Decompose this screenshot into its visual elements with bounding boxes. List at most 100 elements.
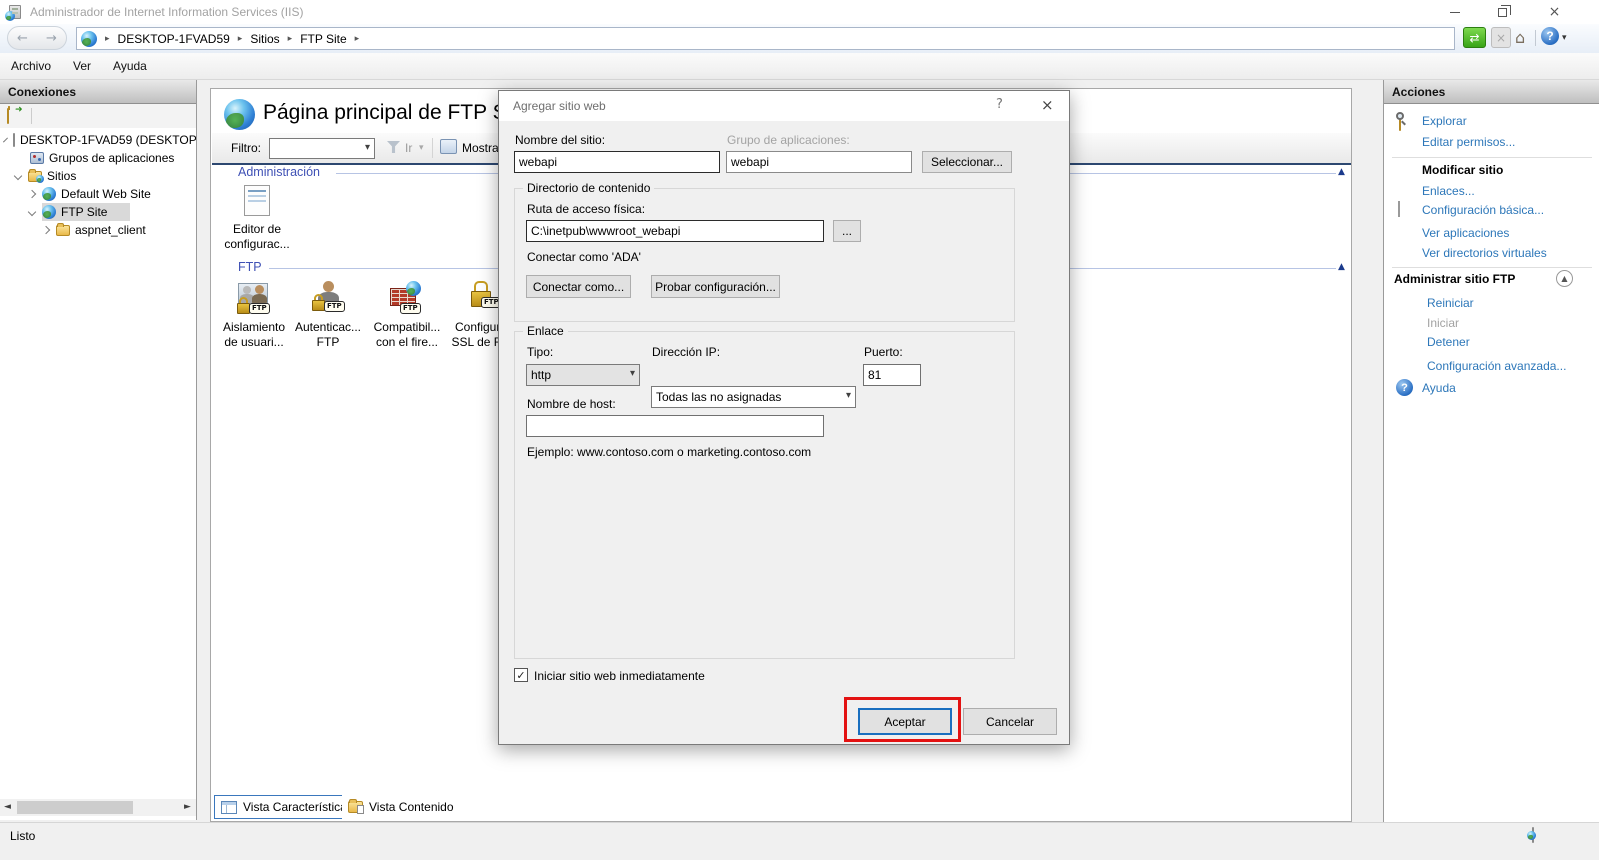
add-website-dialog: Agregar sitio web ? × Nombre del sitio: …: [498, 90, 1070, 745]
website-globe-icon: [42, 187, 56, 201]
breadcrumb-separator-icon: ▸: [355, 34, 360, 44]
menu-ayuda[interactable]: Ayuda: [102, 59, 158, 73]
feature-ftp-authentication[interactable]: FTP Autenticac... FTP: [291, 281, 365, 350]
content-directory-group-label: Directorio de contenido: [523, 181, 654, 195]
action-bindings[interactable]: Enlaces...: [1422, 184, 1475, 198]
action-view-virtual-directories[interactable]: Ver directorios virtuales: [1422, 246, 1547, 260]
divider: [432, 138, 433, 158]
collapse-group-icon[interactable]: ▲: [1556, 270, 1573, 287]
show-all-icon: [440, 139, 457, 154]
tab-content-view[interactable]: Vista Contenido: [342, 795, 460, 819]
binding-type-select[interactable]: http ▾: [526, 364, 640, 386]
breadcrumb-item-sites[interactable]: Sitios: [250, 32, 279, 46]
test-settings-button[interactable]: Probar configuración...: [651, 275, 780, 298]
action-explore[interactable]: Explorar: [1422, 114, 1467, 128]
breadcrumb-item-ftpsite[interactable]: FTP Site: [300, 32, 346, 46]
server-status-icon: [1532, 827, 1534, 843]
home-icon[interactable]: ⌂: [1515, 28, 1525, 47]
tree-item-server[interactable]: DESKTOP-1FVAD59 (DESKTOP: [0, 131, 196, 149]
go-dropdown-icon[interactable]: ▾: [419, 143, 424, 153]
action-edit-permissions[interactable]: Editar permisos...: [1422, 135, 1515, 149]
tree-item-app-pools[interactable]: Grupos de aplicaciones: [0, 149, 196, 167]
back-icon[interactable]: ←: [17, 31, 28, 46]
close-icon[interactable]: ×: [1532, 0, 1577, 24]
tree-item-aspnet-client[interactable]: aspnet_client: [0, 221, 196, 239]
tree-item-default-web-site[interactable]: Default Web Site: [0, 185, 196, 203]
cancel-button[interactable]: Cancelar: [963, 708, 1057, 735]
chevron-down-icon[interactable]: [28, 208, 36, 216]
sites-folder-icon: [28, 171, 42, 182]
minimize-button[interactable]: [1432, 0, 1477, 24]
status-bar: Listo: [0, 822, 1599, 860]
help-icon[interactable]: ?: [1541, 27, 1559, 45]
filter-label: Filtro:: [231, 141, 261, 155]
section-admin-title: Administración: [238, 165, 320, 179]
tree-item-sites[interactable]: Sitios: [0, 167, 196, 185]
menu-ver[interactable]: Ver: [62, 59, 102, 73]
host-name-input[interactable]: [526, 415, 824, 437]
collapse-section-icon[interactable]: ▲: [1338, 167, 1345, 177]
help-dropdown-icon[interactable]: ▾: [1562, 33, 1567, 43]
ftp-ssl-icon: FTP: [466, 281, 502, 315]
go-button[interactable]: Ir: [405, 141, 412, 155]
browse-button[interactable]: ...: [833, 220, 861, 242]
action-help[interactable]: Ayuda: [1422, 381, 1456, 395]
website-globe-icon: [42, 205, 56, 219]
start-site-checkbox[interactable]: ✓: [514, 668, 528, 682]
tree-item-ftp-site[interactable]: FTP Site: [0, 203, 196, 221]
tab-features-view[interactable]: Vista Características: [214, 795, 360, 819]
menu-archivo[interactable]: Archivo: [0, 59, 62, 73]
restart-icon[interactable]: ⇄: [1463, 27, 1486, 48]
annotation-highlight-box: [844, 697, 961, 742]
ip-address-select[interactable]: Todas las no asignadas ▾: [651, 386, 856, 408]
scrollbar-thumb[interactable]: [17, 801, 133, 814]
forward-icon[interactable]: →: [46, 31, 57, 46]
divider: [1392, 157, 1592, 158]
horizontal-scrollbar[interactable]: ◄ ►: [0, 799, 196, 816]
divider: [1535, 30, 1536, 46]
connect-as-button[interactable]: Conectar como...: [526, 275, 631, 298]
site-name-input[interactable]: [514, 151, 720, 173]
app-pools-icon: [30, 152, 44, 164]
divider: [1392, 267, 1592, 268]
feature-ftp-firewall-support[interactable]: FTP Compatibil... con el fire...: [370, 281, 444, 350]
scroll-right-icon[interactable]: ►: [184, 802, 191, 812]
physical-path-input[interactable]: [526, 220, 824, 242]
breadcrumb: ▸ DESKTOP-1FVAD59 ▸ Sitios ▸ FTP Site ▸: [76, 27, 1455, 50]
page-globe-icon: [224, 99, 255, 130]
collapse-section-icon[interactable]: ▲: [1338, 262, 1345, 272]
chevron-down-icon[interactable]: [3, 138, 8, 143]
select-app-pool-button[interactable]: Seleccionar...: [922, 151, 1012, 173]
action-restart[interactable]: Reiniciar: [1427, 296, 1474, 310]
chevron-right-icon[interactable]: [42, 226, 50, 234]
window-title: Administrador de Internet Information Se…: [30, 5, 303, 19]
maximize-button[interactable]: [1480, 0, 1525, 24]
feature-ftp-user-isolation[interactable]: FTP Aislamiento de usuari...: [217, 281, 291, 350]
port-input[interactable]: [863, 364, 921, 386]
chevron-down-icon[interactable]: [14, 172, 22, 180]
config-editor-icon: [244, 185, 270, 216]
chevron-right-icon[interactable]: [28, 190, 36, 198]
binding-group: Enlace Tipo: http ▾ Dirección IP: Todas …: [514, 331, 1015, 659]
action-start-disabled: Iniciar: [1427, 316, 1459, 330]
action-stop[interactable]: Detener: [1427, 335, 1470, 349]
action-view-applications[interactable]: Ver aplicaciones: [1422, 226, 1509, 240]
action-basic-settings[interactable]: Configuración básica...: [1422, 203, 1544, 217]
divider: [31, 108, 32, 124]
new-connection-icon[interactable]: ➜: [7, 108, 9, 124]
breadcrumb-item-server[interactable]: DESKTOP-1FVAD59: [118, 32, 230, 46]
content-view-icon: [348, 801, 363, 813]
ip-address-label: Dirección IP:: [652, 345, 720, 359]
app-pool-input[interactable]: [726, 151, 912, 173]
dialog-help-icon[interactable]: ?: [996, 97, 1003, 112]
filter-input[interactable]: ▾: [269, 138, 375, 159]
dialog-close-icon[interactable]: ×: [1041, 96, 1054, 114]
site-globe-icon: [81, 31, 97, 47]
action-advanced-settings[interactable]: Configuración avanzada...: [1427, 359, 1566, 373]
stop-icon: ×: [1491, 27, 1511, 48]
app-pool-label: Grupo de aplicaciones:: [727, 133, 850, 147]
menu-bar: Archivo Ver Ayuda: [0, 53, 1599, 80]
connections-panel: Conexiones ➜ DESKTOP-1FVAD59 (DESKTOP Gr…: [0, 80, 197, 820]
scroll-left-icon[interactable]: ◄: [4, 802, 11, 812]
feature-config-editor[interactable]: Editor de configurac...: [211, 185, 303, 252]
